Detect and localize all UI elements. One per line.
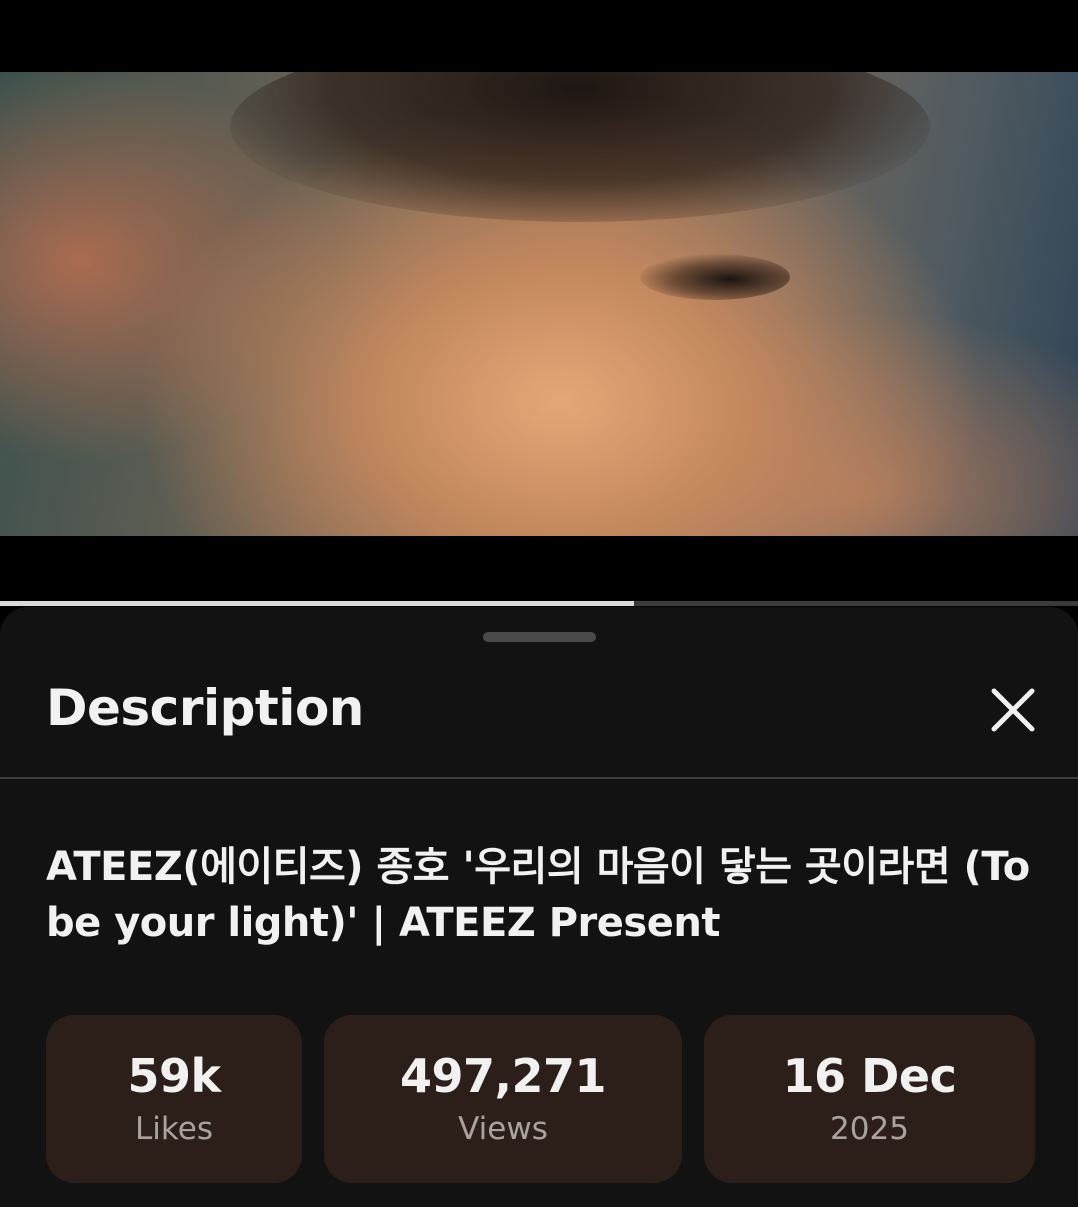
likes-stat: 59k Likes: [46, 1015, 302, 1183]
description-sheet: Description ATEEZ(에이티즈) 종호 '우리의 마음이 닿는 곳…: [0, 607, 1078, 1207]
divider: [0, 777, 1078, 779]
video-progress-bar[interactable]: [0, 601, 1078, 606]
video-progress-played: [0, 601, 634, 606]
video-player[interactable]: [0, 0, 1078, 606]
views-stat: 497,271 Views: [324, 1015, 682, 1183]
close-button[interactable]: [984, 681, 1042, 739]
views-count: 497,271: [399, 1049, 607, 1103]
video-title: ATEEZ(에이티즈) 종호 '우리의 마음이 닿는 곳이라면 (To be y…: [46, 844, 1030, 946]
upload-date: 16 Dec: [782, 1049, 957, 1103]
video-frame-shading: [640, 254, 790, 300]
drag-handle[interactable]: [483, 632, 596, 642]
views-label: Views: [458, 1111, 548, 1147]
likes-label: Likes: [135, 1111, 213, 1147]
date-stat: 16 Dec 2025: [704, 1015, 1035, 1183]
sheet-title: Description: [46, 679, 364, 737]
video-frame-shading: [230, 72, 930, 222]
likes-count: 59k: [127, 1049, 221, 1103]
close-icon: [991, 688, 1035, 732]
video-frame[interactable]: [0, 72, 1078, 536]
upload-year: 2025: [830, 1111, 909, 1147]
